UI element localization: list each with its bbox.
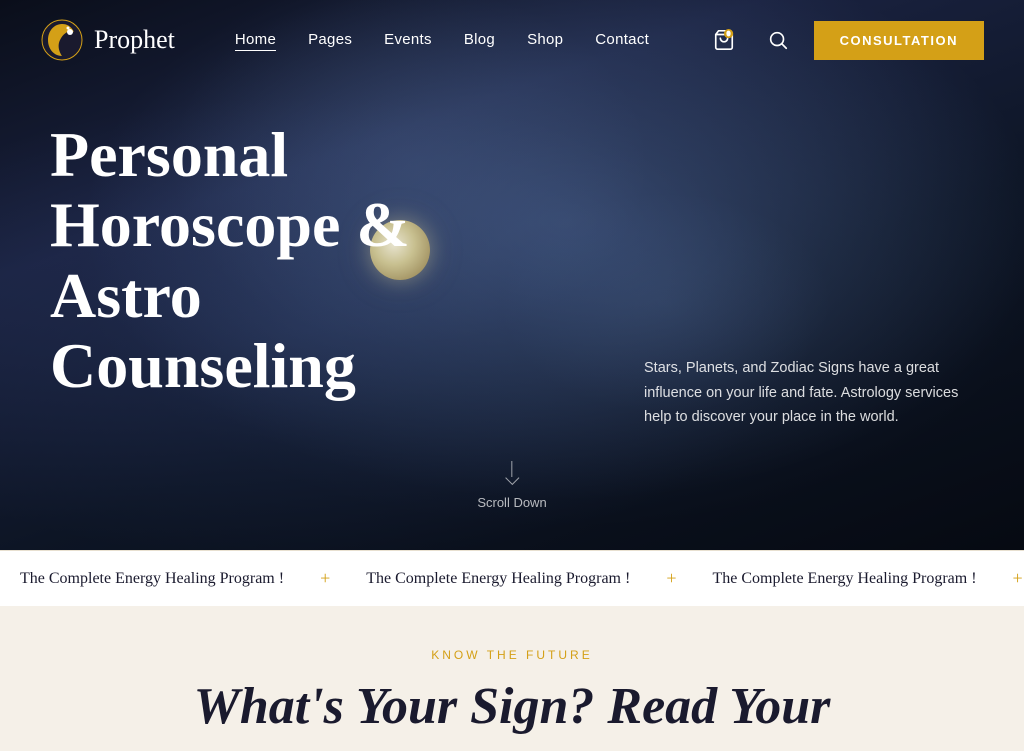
- hero-headline: Personal Horoscope & Astro Counseling: [50, 120, 450, 402]
- nav-links: Home Pages Events Blog Shop Contact: [235, 31, 706, 49]
- cart-button[interactable]: 0: [706, 22, 742, 58]
- nav-pages[interactable]: Pages: [308, 31, 352, 48]
- below-hero-section: KNOW THE FUTURE What's Your Sign? Read Y…: [0, 606, 1024, 751]
- know-the-future-label: KNOW THE FUTURE: [431, 648, 592, 662]
- logo[interactable]: Prophet: [40, 18, 175, 62]
- svg-text:0: 0: [727, 31, 730, 37]
- nav-blog[interactable]: Blog: [464, 31, 495, 48]
- nav-right: 0 CONSULTATION: [706, 21, 984, 60]
- what-sign-heading: What's Your Sign? Read Your: [194, 678, 831, 735]
- brand-name: Prophet: [94, 25, 175, 55]
- navigation: Prophet Home Pages Events Blog Shop Cont…: [0, 0, 1024, 80]
- list-item: The Complete Energy Healing Program !: [0, 570, 304, 588]
- list-item: The Complete Energy Healing Program !: [692, 570, 996, 588]
- ticker-separator: +: [1013, 568, 1023, 589]
- nav-shop[interactable]: Shop: [527, 31, 563, 48]
- hero-description: Stars, Planets, and Zodiac Signs have a …: [644, 356, 964, 430]
- nav-home[interactable]: Home: [235, 31, 276, 51]
- ticker-separator: +: [666, 568, 676, 589]
- hero-section: Personal Horoscope & Astro Counseling St…: [0, 0, 1024, 550]
- list-item: The Complete Energy Healing Program !: [346, 570, 650, 588]
- ticker-bar: The Complete Energy Healing Program ! + …: [0, 550, 1024, 606]
- scroll-down-label: Scroll Down: [477, 495, 546, 510]
- cart-icon: 0: [713, 29, 735, 51]
- ticker-inner: The Complete Energy Healing Program ! + …: [0, 568, 1024, 589]
- nav-contact[interactable]: Contact: [595, 31, 649, 48]
- nav-events[interactable]: Events: [384, 31, 432, 48]
- logo-icon: [40, 18, 84, 62]
- ticker-separator: +: [320, 568, 330, 589]
- search-button[interactable]: [760, 22, 796, 58]
- consultation-button[interactable]: CONSULTATION: [814, 21, 984, 60]
- search-icon: [767, 29, 789, 51]
- scroll-down-button[interactable]: Scroll Down: [477, 461, 546, 510]
- scroll-arrow-icon: [502, 461, 522, 489]
